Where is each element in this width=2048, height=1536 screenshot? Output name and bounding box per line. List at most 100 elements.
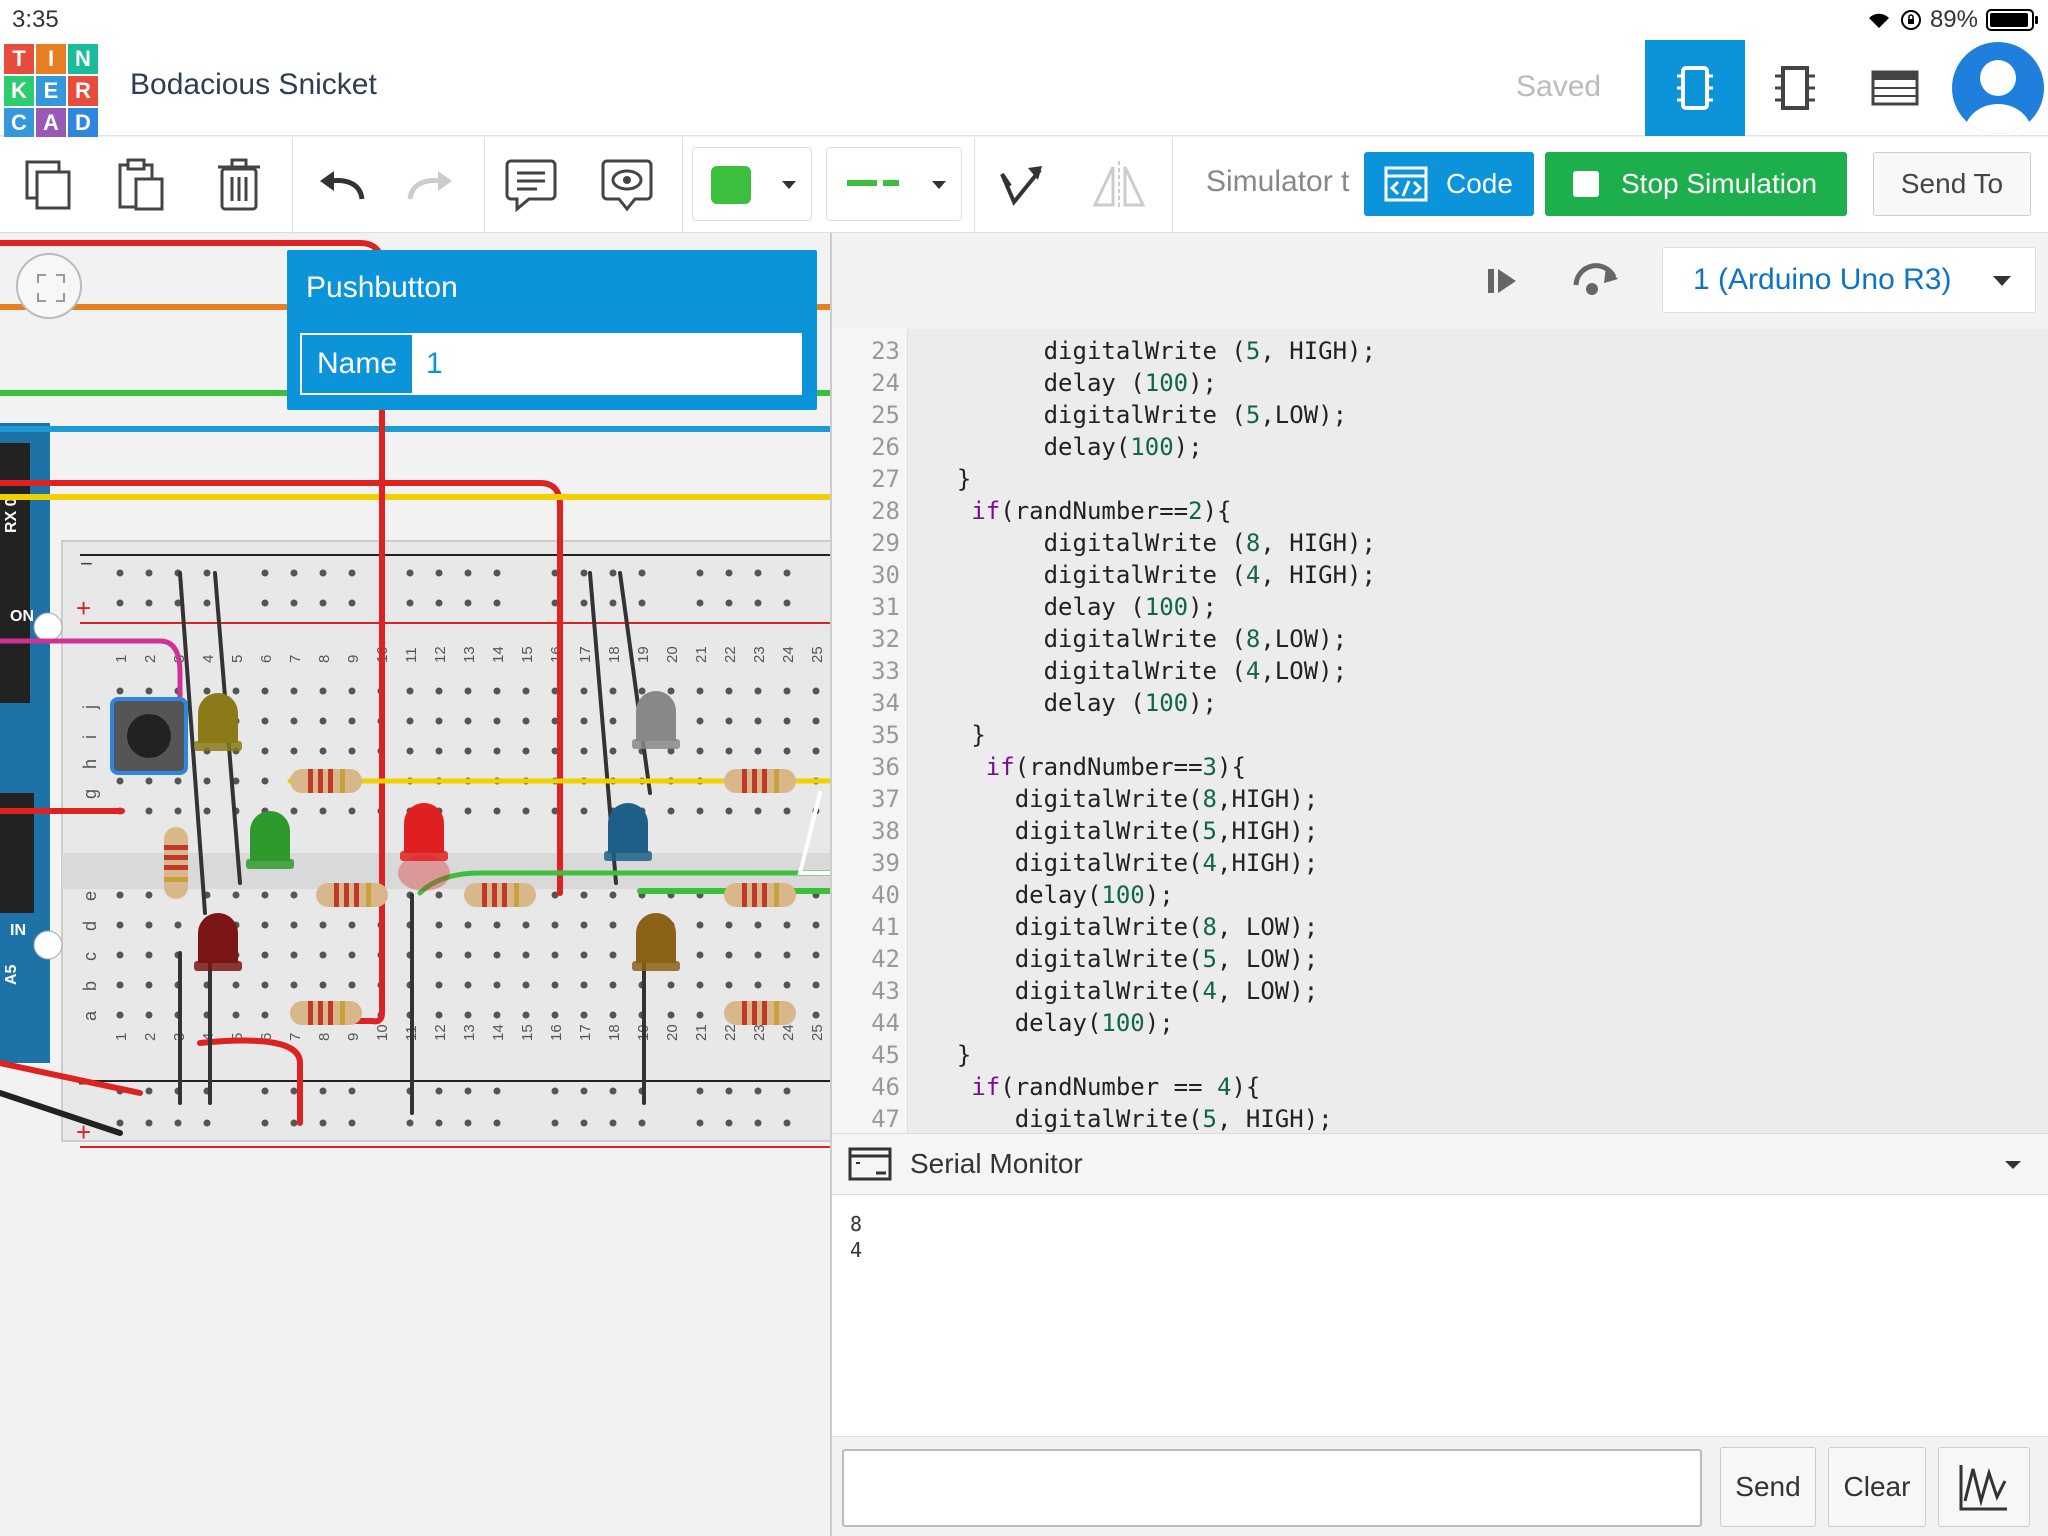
column-number: 24	[780, 646, 797, 663]
circuit-view-button[interactable]	[1645, 40, 1745, 136]
column-number: 1	[113, 655, 130, 663]
code-editor[interactable]: 23 digitalWrite (5, HIGH); 24 delay (100)…	[832, 329, 2048, 1133]
battery-icon	[1986, 9, 2038, 31]
tie-point	[725, 807, 733, 815]
rail-hole	[754, 599, 762, 607]
arduino-label: RX 0	[3, 497, 20, 533]
rail-hole	[696, 569, 704, 577]
led-base	[194, 961, 242, 971]
copy-button[interactable]	[14, 145, 84, 225]
resistor-band	[762, 1001, 767, 1025]
inspector-name-row: Name 1	[300, 333, 802, 395]
resistor-band	[164, 865, 188, 870]
device-select[interactable]: 1 (Arduino Uno R3)	[1662, 247, 2036, 313]
toggle-notes-button[interactable]	[592, 145, 662, 225]
code-text: digitalWrite (8,LOW);	[928, 625, 1348, 653]
notes-button[interactable]	[496, 145, 566, 225]
code-line: 46 if(randNumber == 4){	[832, 1073, 2048, 1105]
circuit-canvas[interactable]: − + − +1 1 2 2 3 3 4 4 5 5 6 6 7 7 8 8 9 9 10 10 11 11 12 12 13 13 14…	[0, 233, 830, 1536]
tie-point	[261, 921, 269, 929]
column-number: 14	[490, 1024, 507, 1041]
code-text: }	[928, 465, 972, 493]
graph-icon	[1959, 1465, 2007, 1511]
tie-point	[754, 921, 762, 929]
tie-point	[145, 981, 153, 989]
stop-simulation-button[interactable]: Stop Simulation	[1545, 152, 1847, 216]
chevron-down-icon[interactable]	[2004, 1160, 2022, 1170]
circuit-view-icon	[1677, 66, 1713, 110]
step-button[interactable]	[1482, 261, 1522, 301]
tie-point	[319, 717, 327, 725]
led-base	[194, 741, 242, 751]
send-to-button[interactable]: Send To	[1873, 152, 2031, 216]
column-number: 7	[287, 1033, 304, 1041]
tie-point	[435, 921, 443, 929]
tie-point	[812, 717, 820, 725]
tie-point	[116, 981, 124, 989]
tie-point	[696, 921, 704, 929]
schematic-view-button[interactable]	[1745, 40, 1845, 136]
redo-button[interactable]	[396, 145, 466, 225]
logo-letter: R	[68, 76, 98, 106]
user-avatar[interactable]	[1952, 42, 2044, 134]
rail-hole	[638, 599, 646, 607]
fit-view-button[interactable]	[16, 253, 82, 319]
tie-point	[783, 747, 791, 755]
column-number: 11	[403, 647, 420, 663]
tie-point	[667, 1011, 675, 1019]
rail-hole	[435, 569, 443, 577]
tie-point	[261, 951, 269, 959]
rail-hole	[290, 599, 298, 607]
tie-point	[493, 687, 501, 695]
code-button[interactable]: Code	[1364, 152, 1534, 216]
rail-hole	[348, 599, 356, 607]
undo-button[interactable]	[306, 145, 376, 225]
resistor-band	[774, 769, 779, 793]
rail-hole	[435, 599, 443, 607]
delete-button[interactable]	[204, 145, 274, 225]
clear-button[interactable]: Clear	[1828, 1447, 1926, 1527]
graph-button[interactable]	[1938, 1447, 2030, 1527]
rail-hole	[783, 1087, 791, 1095]
rail-hole	[203, 569, 211, 577]
code-button-label: Code	[1446, 168, 1513, 199]
code-line: 36 if(randNumber==3){	[832, 753, 2048, 785]
flip-button[interactable]	[1084, 145, 1154, 225]
column-number: 23	[751, 646, 768, 663]
tie-point	[203, 687, 211, 695]
code-text: digitalWrite(4, LOW);	[928, 977, 1319, 1005]
column-number: 13	[461, 646, 478, 663]
resistor-band	[752, 883, 757, 907]
wire-type-picker[interactable]	[826, 147, 962, 221]
step-over-button[interactable]	[1570, 257, 1620, 301]
column-number: 9	[345, 1033, 362, 1041]
tie-point	[464, 807, 472, 815]
breadboard-scene[interactable]: −+−+112233445566778899101011111212131314…	[0, 233, 830, 1536]
led	[250, 811, 290, 861]
tie-point	[464, 717, 472, 725]
rail-hole	[580, 569, 588, 577]
row-letter: j	[80, 705, 100, 710]
rail-hole	[609, 1087, 617, 1095]
resistor-band	[502, 883, 507, 907]
component-list-button[interactable]	[1845, 40, 1945, 136]
serial-input[interactable]	[842, 1449, 1702, 1527]
send-button[interactable]: Send	[1720, 1447, 1816, 1527]
tinkercad-logo[interactable]: TIN KER CAD	[4, 44, 98, 138]
resistor-band	[514, 883, 519, 907]
column-number: 17	[577, 646, 594, 663]
code-line: 23 digitalWrite (5, HIGH);	[832, 337, 2048, 369]
rotate-button[interactable]	[986, 145, 1056, 225]
column-number: 9	[345, 655, 362, 663]
color-picker[interactable]	[692, 147, 812, 221]
resistor-band	[340, 1001, 345, 1025]
serial-monitor-header[interactable]: Serial Monitor	[832, 1133, 2048, 1195]
project-title[interactable]: Bodacious Snicket	[130, 68, 377, 102]
copy-icon	[25, 160, 71, 210]
line-number: 24	[871, 369, 900, 397]
paste-button[interactable]	[106, 145, 176, 225]
tie-point	[522, 951, 530, 959]
led-base	[246, 859, 294, 869]
resistor-band	[366, 883, 371, 907]
name-input[interactable]: 1	[412, 335, 800, 393]
